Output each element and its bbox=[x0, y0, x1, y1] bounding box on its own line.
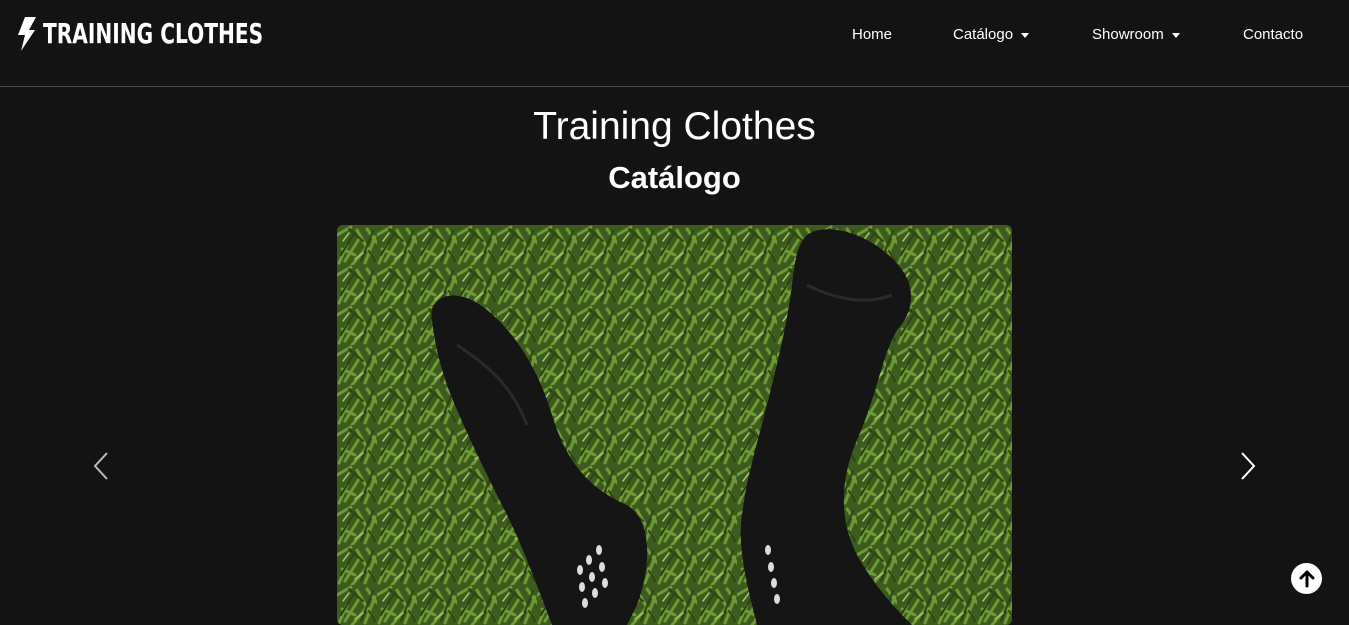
nav-showroom-dropdown[interactable]: Showroom bbox=[1092, 26, 1180, 43]
socks-on-grass-image bbox=[337, 225, 1012, 625]
nav-catalogo-dropdown[interactable]: Catálogo bbox=[953, 26, 1030, 43]
carousel-prev-button[interactable] bbox=[86, 448, 116, 484]
carousel-image bbox=[337, 225, 1012, 625]
chevron-left-icon bbox=[93, 452, 108, 480]
navbar: TRAINING CLOTHES Home Catálogo Showroom … bbox=[0, 0, 1349, 87]
page-subtitle: Catálogo bbox=[608, 160, 741, 195]
caret-down-icon bbox=[1171, 32, 1180, 38]
brand-logo[interactable]: TRAINING CLOTHES bbox=[17, 17, 349, 51]
nav-contacto-label: Contacto bbox=[1243, 26, 1304, 43]
nav-home-label: Home bbox=[852, 26, 893, 43]
nav-home[interactable]: Home bbox=[852, 26, 892, 43]
nav-contacto[interactable]: Contacto bbox=[1243, 26, 1303, 43]
lightning-bolt-icon bbox=[18, 17, 36, 51]
arrow-up-icon bbox=[1299, 570, 1314, 587]
nav-showroom-label: Showroom bbox=[1092, 26, 1164, 43]
scroll-to-top-button[interactable] bbox=[1291, 563, 1322, 594]
carousel-next-button[interactable] bbox=[1233, 448, 1263, 484]
chevron-right-icon bbox=[1241, 452, 1256, 480]
caret-down-icon bbox=[1021, 32, 1030, 38]
brand-name: TRAINING CLOTHES bbox=[43, 17, 264, 50]
nav-catalogo-label: Catálogo bbox=[953, 26, 1014, 43]
page-title: Training Clothes bbox=[533, 105, 816, 148]
